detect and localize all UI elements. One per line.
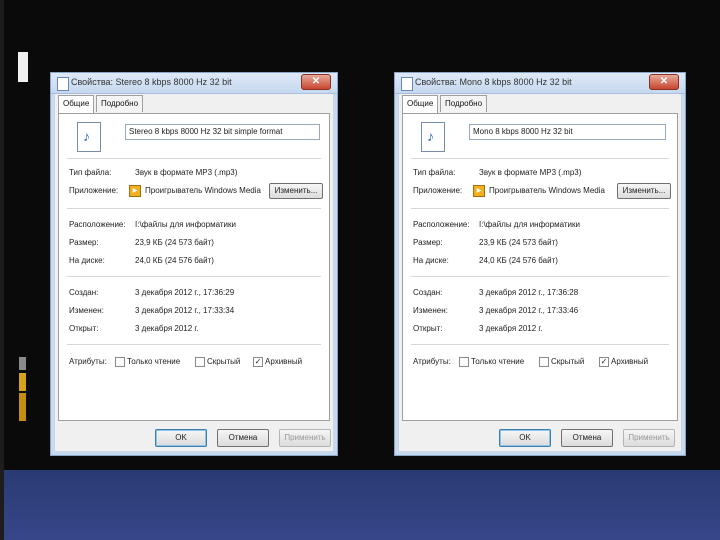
location-value: I:\файлы для информатики [135,220,236,229]
general-panel: ♪ Stereo 8 kbps 8000 Hz 32 bit simple fo… [58,113,330,421]
divider [67,158,321,159]
attributes-label: Атрибуты: [69,357,107,366]
on-disk-value: 24,0 КБ (24 576 байт) [135,256,214,265]
size-label: Размер: [413,238,443,247]
archive-checkbox[interactable]: ✓ [253,357,263,367]
size-value: 23,9 КБ (24 573 байт) [135,238,214,247]
file-type-label: Тип файла: [69,168,112,177]
hidden-label: Скрытый [207,357,241,366]
apply-button[interactable]: Применить [279,429,331,447]
hidden-checkbox[interactable] [195,357,205,367]
slide-accent-gray [19,357,26,370]
cancel-button[interactable]: Отмена [217,429,269,447]
close-icon[interactable]: ✕ [649,74,679,90]
properties-dialog-mono: Свойства: Mono 8 kbps 8000 Hz 32 bit ✕ О… [394,72,686,456]
hidden-checkbox[interactable] [539,357,549,367]
tab-details[interactable]: Подробно [96,95,144,112]
slide-left-rail [0,0,4,540]
created-label: Создан: [413,288,443,297]
application-label: Приложение: [69,186,119,195]
divider [411,276,669,277]
tab-general[interactable]: Общие [58,95,95,114]
properties-dialog-stereo: Свойства: Stereo 8 kbps 8000 Hz 32 bit ✕… [50,72,338,456]
hidden-label: Скрытый [551,357,585,366]
ok-button[interactable]: OK [499,429,551,447]
location-value: I:\файлы для информатики [479,220,580,229]
tab-general[interactable]: Общие [402,95,439,114]
change-app-button[interactable]: Изменить... [269,183,323,199]
file-type-value: Звук в формате MP3 (.mp3) [135,168,238,177]
modified-label: Изменен: [413,306,448,315]
divider [67,208,321,209]
file-type-label: Тип файла: [413,168,456,177]
on-disk-label: На диске: [413,256,449,265]
change-app-button[interactable]: Изменить... [617,183,671,199]
slide-title-marker [18,52,28,82]
window-file-icon [401,77,413,91]
location-label: Расположение: [413,220,470,229]
application-value: Проигрыватель Windows Media [489,186,605,195]
created-label: Создан: [69,288,99,297]
slide-accent-gold [19,373,26,391]
window-title: Свойства: Mono 8 kbps 8000 Hz 32 bit [415,77,572,87]
on-disk-label: На диске: [69,256,105,265]
ok-button[interactable]: OK [155,429,207,447]
file-type-value: Звук в формате MP3 (.mp3) [479,168,582,177]
archive-label: Архивный [265,357,303,366]
created-value: 3 декабря 2012 г., 17:36:28 [479,288,579,297]
title-bar: Свойства: Stereo 8 kbps 8000 Hz 32 bit ✕ [51,73,337,94]
readonly-checkbox[interactable] [115,357,125,367]
size-value: 23,9 КБ (24 573 байт) [479,238,558,247]
window-file-icon [57,77,69,91]
close-icon[interactable]: ✕ [301,74,331,90]
attributes-label: Атрибуты: [413,357,451,366]
audio-file-icon: ♪ [421,122,445,152]
divider [67,344,321,345]
application-value: Проигрыватель Windows Media [145,186,261,195]
readonly-checkbox[interactable] [459,357,469,367]
windows-media-player-icon: ▶ [473,185,485,197]
title-bar: Свойства: Mono 8 kbps 8000 Hz 32 bit ✕ [395,73,685,94]
archive-checkbox[interactable]: ✓ [599,357,609,367]
divider [411,158,669,159]
archive-label: Архивный [611,357,649,366]
general-panel: ♪ Mono 8 kbps 8000 Hz 32 bit Тип файла: … [402,113,678,421]
slide-accent-gold-dark [19,393,26,421]
application-label: Приложение: [413,186,463,195]
opened-label: Открыт: [69,324,99,333]
location-label: Расположение: [69,220,126,229]
opened-value: 3 декабря 2012 г. [135,324,199,333]
readonly-label: Только чтение [471,357,525,366]
modified-value: 3 декабря 2012 г., 17:33:46 [479,306,579,315]
opened-value: 3 декабря 2012 г. [479,324,543,333]
audio-file-icon: ♪ [77,122,101,152]
apply-button[interactable]: Применить [623,429,675,447]
windows-media-player-icon: ▶ [129,185,141,197]
divider [67,276,321,277]
filename-field[interactable]: Stereo 8 kbps 8000 Hz 32 bit simple form… [125,124,320,140]
cancel-button[interactable]: Отмена [561,429,613,447]
opened-label: Открыт: [413,324,443,333]
readonly-label: Только чтение [127,357,181,366]
tab-details[interactable]: Подробно [440,95,488,112]
modified-value: 3 декабря 2012 г., 17:33:34 [135,306,235,315]
created-value: 3 декабря 2012 г., 17:36:29 [135,288,235,297]
modified-label: Изменен: [69,306,104,315]
divider [411,208,669,209]
on-disk-value: 24,0 КБ (24 576 байт) [479,256,558,265]
divider [411,344,669,345]
filename-field[interactable]: Mono 8 kbps 8000 Hz 32 bit [469,124,666,140]
size-label: Размер: [69,238,99,247]
window-title: Свойства: Stereo 8 kbps 8000 Hz 32 bit [71,77,232,87]
